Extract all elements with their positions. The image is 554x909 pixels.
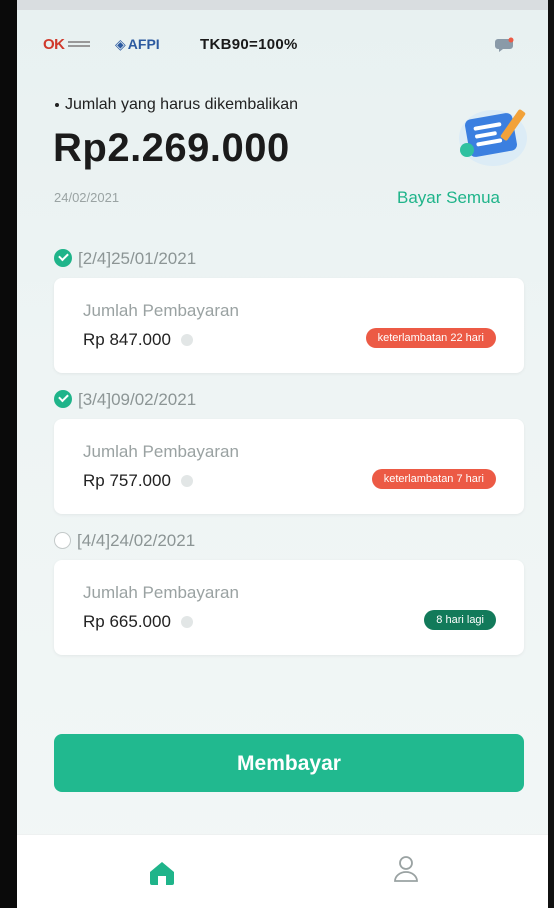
pay-button[interactable]: Membayar xyxy=(54,734,524,792)
device-bezel-right xyxy=(548,0,554,908)
installment-header: [3/4]09/02/2021 xyxy=(54,390,196,410)
due-date: 24/02/2021 xyxy=(54,190,120,205)
app-screen: OK ◈ AFPI TKB90=100% Jumlah yang harus di… xyxy=(17,10,548,909)
afpi-logo: ◈ AFPI xyxy=(115,36,160,52)
check-circle-icon xyxy=(54,249,72,267)
profile-icon[interactable] xyxy=(393,855,419,883)
due-soon-badge: 8 hari lagi xyxy=(424,610,496,630)
payment-amount-label: Jumlah Pembayaran xyxy=(83,442,239,461)
tkb-indicator: TKB90=100% xyxy=(200,36,298,53)
home-icon[interactable] xyxy=(149,861,175,885)
info-icon[interactable] xyxy=(180,334,193,346)
payment-amount-label: Jumlah Pembayaran xyxy=(83,301,239,320)
installment-header: [4/4]24/02/2021 xyxy=(54,531,195,551)
pay-all-link[interactable]: Bayar Semua xyxy=(397,188,500,208)
bottom-nav xyxy=(17,834,548,909)
status-bar-fade xyxy=(0,0,554,10)
document-illustration-icon xyxy=(459,109,527,166)
info-icon[interactable] xyxy=(180,475,193,487)
device-bezel xyxy=(0,0,17,908)
chat-icon[interactable] xyxy=(495,37,515,53)
payment-amount-value: Rp 665.000 xyxy=(83,612,193,632)
check-circle-icon xyxy=(54,390,72,408)
payment-amount-value: Rp 757.000 xyxy=(83,471,193,491)
empty-circle-icon xyxy=(54,532,71,549)
installment-card[interactable]: Jumlah Pembayaran Rp 665.000 8 hari lagi xyxy=(54,560,524,655)
installment-header: [2/4]25/01/2021 xyxy=(54,249,196,269)
installment-card[interactable]: Jumlah Pembayaran Rp 757.000 keterlambat… xyxy=(54,419,524,514)
late-badge: keterlambatan 7 hari xyxy=(371,469,496,489)
installment-card[interactable]: Jumlah Pembayaran Rp 847.000 keterlambat… xyxy=(54,278,524,373)
amount-due-value: Rp2.269.000 xyxy=(53,126,290,170)
late-badge: keterlambatan 22 hari xyxy=(365,328,496,348)
amount-due-label: Jumlah yang harus dikembalikan xyxy=(55,96,298,114)
info-icon[interactable] xyxy=(180,616,193,628)
payment-amount-label: Jumlah Pembayaran xyxy=(83,583,239,602)
ojk-logo: OK xyxy=(43,36,90,53)
payment-amount-value: Rp 847.000 xyxy=(83,330,193,350)
app-header: OK ◈ AFPI TKB90=100% xyxy=(17,10,548,80)
